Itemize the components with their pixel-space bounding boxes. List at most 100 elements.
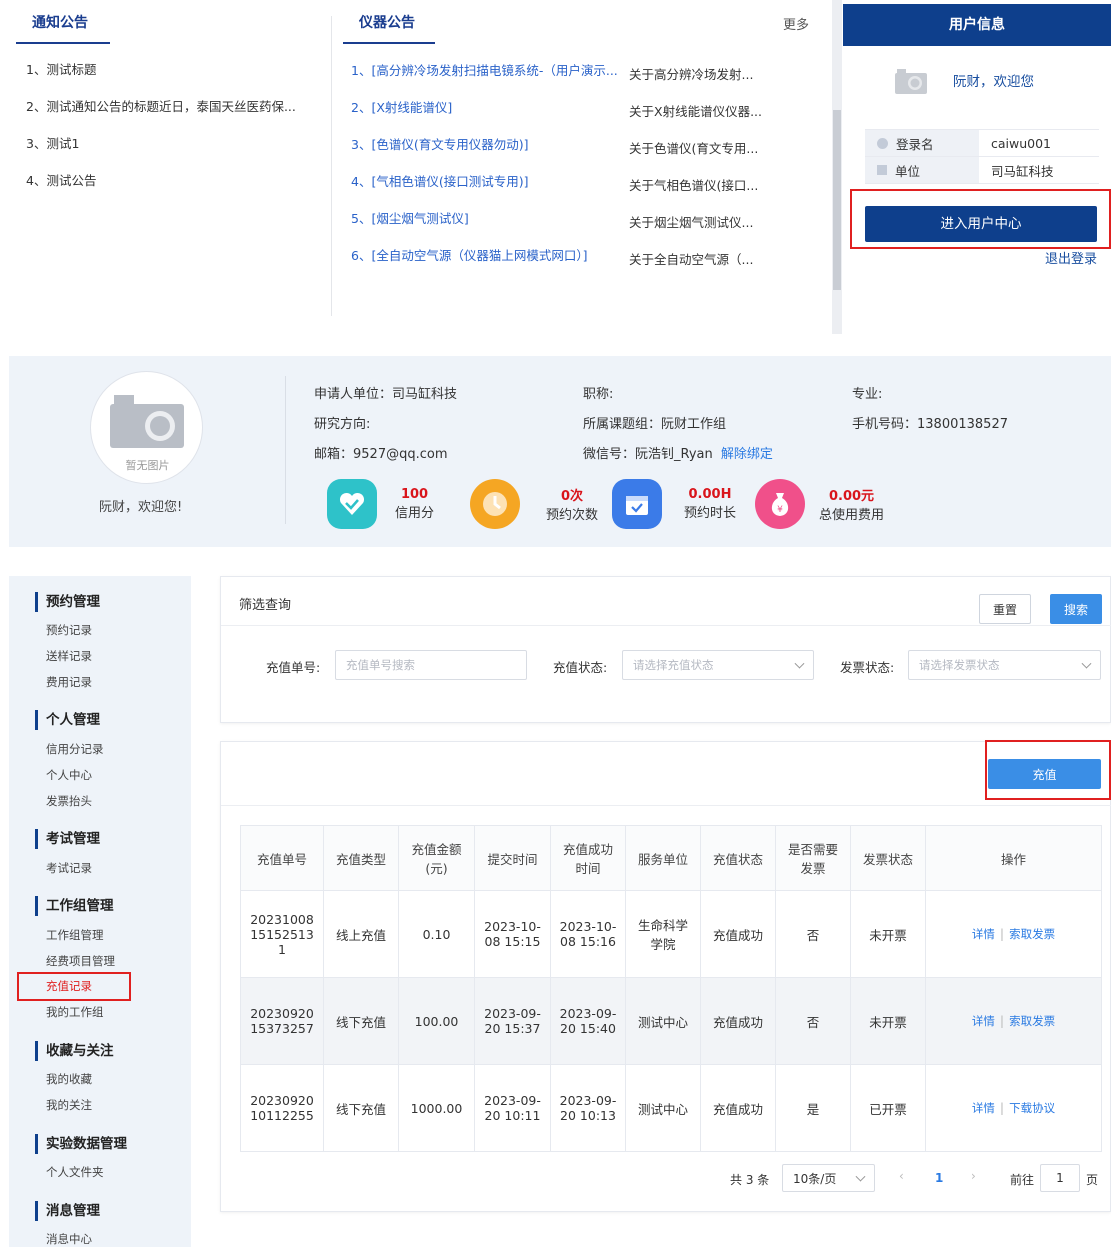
stat-value: 0次 [560, 489, 584, 504]
instrument-title[interactable]: 1、[高分辨冷场发射扫描电镜系统-（用户演示... [351, 60, 629, 97]
instrument-row: 1、[高分辨冷场发射扫描电镜系统-（用户演示... 关于高分辨冷场发射... [351, 60, 821, 97]
unbind-link[interactable]: 解除绑定 [721, 447, 773, 462]
search-button[interactable]: 搜索 [1050, 594, 1102, 624]
cell-actions: 详情 | 索取发票 [925, 890, 1102, 978]
sidebar-item-invoice-header[interactable]: 发票抬头 [46, 793, 92, 809]
notice-tab-label: 通知公告 [32, 15, 88, 31]
filter-header-divider [221, 625, 1111, 626]
clock-icon-glyph [483, 492, 507, 516]
sidebar-item-my-workgroup[interactable]: 我的工作组 [46, 1004, 104, 1020]
sidebar-item-sample-records[interactable]: 送样记录 [46, 648, 92, 664]
sidebar-item-my-favorites[interactable]: 我的收藏 [46, 1071, 92, 1087]
page-size-select[interactable]: 10条/页 [782, 1164, 875, 1192]
instrument-title[interactable]: 6、[全自动空气源（仪器猫上网模式网口）] [351, 245, 629, 282]
invoice-status-select[interactable]: 请选择发票状态 [908, 650, 1101, 680]
sidebar-item-personal-center[interactable]: 个人中心 [46, 767, 92, 783]
sidebar-group-booking: 预约管理 [35, 592, 100, 612]
col-type: 充值类型 [323, 825, 399, 891]
instrument-title[interactable]: 5、[烟尘烟气测试仪] [351, 208, 629, 245]
cell-submit-time: 2023-09-20 10:11 [474, 1064, 551, 1152]
cell-invoice-status: 未开票 [850, 890, 926, 978]
sidebar-item-workgroup-manage[interactable]: 工作组管理 [46, 927, 104, 943]
detail-link[interactable]: 详情 [972, 1014, 995, 1028]
sidebar-item-message-center[interactable]: 消息中心 [46, 1231, 92, 1247]
camera-icon [895, 69, 927, 94]
cell-invoice-status: 已开票 [850, 1064, 926, 1152]
sidebar-group-exam: 考试管理 [35, 829, 100, 849]
notice-item[interactable]: 2、测试通知公告的标题近日，泰国天丝医药保... [26, 97, 311, 134]
sidebar-item-fee-records[interactable]: 费用记录 [46, 674, 92, 690]
page-number-current[interactable]: 1 [935, 1171, 943, 1185]
detail-link[interactable]: 详情 [972, 927, 995, 941]
page-unit-label: 页 [1086, 1173, 1099, 1187]
cell-amount: 100.00 [398, 977, 475, 1065]
col-submit-time: 提交时间 [474, 825, 551, 891]
calendar-icon [612, 479, 662, 529]
chevron-down-icon [855, 1171, 866, 1182]
detail-link[interactable]: 详情 [972, 1101, 995, 1115]
reset-button[interactable]: 重置 [979, 594, 1031, 624]
action-separator: | [999, 1013, 1005, 1028]
notice-item[interactable]: 1、测试标题 [26, 60, 311, 97]
goto-page-input[interactable]: 1 [1040, 1164, 1080, 1192]
notice-tab[interactable]: 通知公告 [16, 12, 110, 44]
instrument-sub[interactable]: 关于烟尘烟气测试仪... [629, 212, 814, 245]
order-no-input[interactable]: 充值单号搜索 [335, 650, 527, 680]
instrument-sub[interactable]: 关于X射线能谱仪仪器... [629, 101, 814, 134]
instrument-sub[interactable]: 关于全自动空气源（... [629, 249, 814, 282]
sidebar-item-personal-folder[interactable]: 个人文件夹 [46, 1164, 104, 1180]
instrument-title[interactable]: 3、[色谱仪(育文专用仪器勿动)] [351, 134, 629, 171]
stat-booking-count: 0次 预约次数 [470, 479, 598, 529]
stat-total-fee: ¥ 0.00元 总使用费用 [755, 479, 884, 529]
prev-page-icon[interactable]: ‹ [899, 1169, 904, 1183]
col-success-time: 充值成功时间 [550, 825, 626, 891]
next-page-icon[interactable]: › [971, 1169, 976, 1183]
instrument-sub[interactable]: 关于高分辨冷场发射... [629, 64, 814, 97]
more-link[interactable]: 更多 [783, 14, 809, 33]
login-label-cell: 登录名 [865, 130, 979, 156]
stat-credit-text: 100 信用分 [395, 487, 434, 521]
sidebar-item-exam-records[interactable]: 考试记录 [46, 860, 92, 876]
filter-title: 筛选查询 [239, 598, 292, 613]
stat-value: 100 [400, 487, 429, 502]
profile-research: 研究方向: [314, 417, 371, 432]
instrument-sub[interactable]: 关于气相色谱仪(接口... [629, 175, 814, 208]
cell-submit-time: 2023-10-08 15:15 [474, 890, 551, 978]
svg-text:¥: ¥ [777, 505, 783, 515]
download-agreement-link[interactable]: 下载协议 [1009, 1101, 1055, 1115]
request-invoice-link[interactable]: 索取发票 [1009, 927, 1055, 941]
table-header-row: 充值单号 充值类型 充值金额(元) 提交时间 充值成功时间 服务单位 充值状态 … [240, 825, 1102, 891]
cell-order-no: 20231008151525131 [240, 890, 324, 978]
instrument-sub[interactable]: 关于色谱仪(育文专用... [629, 138, 814, 171]
sidebar-item-booking-records[interactable]: 预约记录 [46, 622, 92, 638]
profile-welcome: 阮财，欢迎您! [99, 500, 183, 515]
cell-invoice-status: 未开票 [850, 977, 926, 1065]
instrument-list: 1、[高分辨冷场发射扫描电镜系统-（用户演示... 关于高分辨冷场发射... 2… [351, 60, 821, 282]
col-actions: 操作 [925, 825, 1102, 891]
scrollbar-thumb[interactable] [833, 110, 841, 290]
cell-need-invoice: 否 [775, 890, 851, 978]
stat-booking-duration: 0.00H 预约时长 [612, 479, 736, 529]
logout-link[interactable]: 退出登录 [1045, 248, 1097, 267]
sidebar-item-my-follows[interactable]: 我的关注 [46, 1097, 92, 1113]
sidebar-item-fund-projects[interactable]: 经费项目管理 [46, 953, 115, 969]
instrument-title[interactable]: 4、[气相色谱仪(接口测试专用)] [351, 171, 629, 208]
stat-value: 0.00元 [828, 489, 875, 504]
notice-item[interactable]: 3、测试1 [26, 134, 311, 171]
sidebar-group-messages: 消息管理 [35, 1201, 100, 1221]
request-invoice-link[interactable]: 索取发票 [1009, 1014, 1055, 1028]
action-separator: | [999, 926, 1005, 941]
recharge-status-select[interactable]: 请选择充值状态 [622, 650, 814, 680]
instrument-tab[interactable]: 仪器公告 [343, 12, 435, 44]
chevron-down-icon [1081, 658, 1092, 669]
money-bag-icon-glyph: ¥ [771, 493, 789, 516]
cell-amount: 1000.00 [398, 1064, 475, 1152]
notice-list: 1、测试标题 2、测试通知公告的标题近日，泰国天丝医药保... 3、测试1 4、… [26, 60, 311, 208]
table-row: 2023092015373257 线下充值 100.00 2023-09-20 … [240, 977, 1102, 1065]
profile-divider [285, 376, 286, 524]
col-invoice-status: 发票状态 [850, 825, 926, 891]
notice-item[interactable]: 4、测试公告 [26, 171, 311, 208]
instrument-title[interactable]: 2、[X射线能谱仪] [351, 97, 629, 134]
sidebar-item-credit-records[interactable]: 信用分记录 [46, 741, 104, 757]
profile-band: 暂无图片 阮财，欢迎您! 申请人单位：司马缸科技 职称: 专业: 研究方向: 所… [9, 356, 1111, 547]
